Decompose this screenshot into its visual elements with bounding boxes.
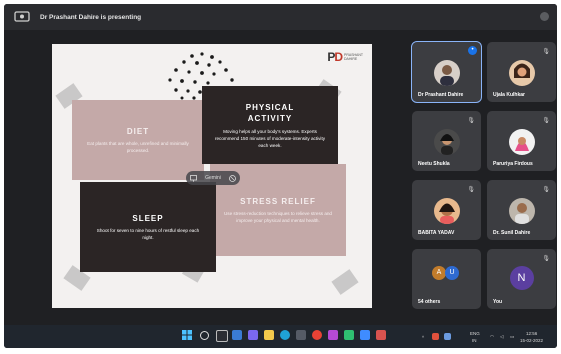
- close-overlay-icon[interactable]: [229, 174, 236, 182]
- presenting-bar: Dr Prashant Dahire is presenting: [4, 4, 557, 30]
- presenting-label: Dr Prashant Dahire is presenting: [40, 13, 142, 21]
- tray-app-icon[interactable]: [432, 333, 439, 340]
- sleep-title: SLEEP: [132, 213, 164, 223]
- stress-relief-body: Use stress-reduction techniques to relie…: [223, 210, 332, 223]
- physical-activity-title: PHYSICAL ACTIVITY: [245, 102, 295, 123]
- participant-name: Dr Prashant Dahire: [418, 92, 464, 98]
- avatar: [433, 60, 460, 86]
- mic-off-icon: 🎙: [542, 118, 550, 124]
- diet-card: DIET Eat plants that are whole, unrefine…: [72, 100, 204, 180]
- tape-decoration: [331, 269, 359, 295]
- diet-body: Eat plants that are whole, unrefined and…: [87, 140, 189, 153]
- participant-name: Dr. Sunil Dahire: [493, 230, 531, 236]
- others-tile[interactable]: A U 54 others: [412, 249, 481, 309]
- app-icon[interactable]: [328, 330, 338, 340]
- mic-off-icon: 🎙: [542, 187, 550, 193]
- edge-browser-icon[interactable]: [280, 330, 290, 340]
- participant-name: You: [493, 299, 503, 305]
- store-icon[interactable]: [296, 330, 306, 340]
- avatar: [508, 60, 535, 86]
- avatar: [508, 198, 535, 224]
- overlay-pill-label: Gemini: [205, 175, 221, 181]
- search-icon[interactable]: [200, 331, 209, 340]
- avatar: [508, 129, 535, 155]
- shared-slide: PD PRASHANT DAHIRE DIET Eat plants that …: [52, 44, 372, 308]
- task-view-icon[interactable]: [216, 330, 228, 342]
- mic-off-icon: 🎙: [542, 49, 550, 55]
- participant-name: Neetu Shukla: [418, 161, 450, 167]
- chat-icon[interactable]: [248, 330, 258, 340]
- meeting-window: Dr Prashant Dahire is presenting PD PRAS…: [4, 4, 557, 348]
- participant-tile-presenter[interactable]: • Dr Prashant Dahire: [411, 41, 482, 103]
- app-icon[interactable]: [344, 330, 354, 340]
- app-icon[interactable]: [360, 330, 370, 340]
- windows-start-icon[interactable]: [182, 330, 192, 340]
- diet-title: DIET: [126, 126, 150, 136]
- mic-off-icon: 🎙: [467, 118, 475, 124]
- speaking-indicator-icon: •: [468, 46, 477, 55]
- others-count-label: 54 others: [418, 299, 441, 305]
- participant-tile[interactable]: 🎙 Ujala Kulhkar: [487, 42, 556, 102]
- mic-off-icon: 🎙: [467, 187, 475, 193]
- participant-tile[interactable]: 🎙 BABITA YADAV: [412, 180, 481, 240]
- file-explorer-icon[interactable]: [264, 330, 274, 340]
- logo-mark-right: D: [334, 50, 343, 64]
- presentation-icon: [190, 174, 197, 182]
- meeting-controls-strip: [4, 317, 557, 325]
- clock-date[interactable]: 15-02-2022: [520, 338, 543, 343]
- avatar: A: [432, 266, 446, 280]
- stress-relief-title: STRESS RELIEF: [240, 196, 316, 206]
- avatar: U: [445, 266, 459, 280]
- participant-tile[interactable]: 🎙 Dr. Sunil Dahire: [487, 180, 556, 240]
- sleep-card: SLEEP Shoot for seven to nine hours of r…: [80, 182, 216, 272]
- self-tile[interactable]: 🎙 N You: [487, 249, 556, 309]
- participant-name: BABITA YADAV: [418, 230, 455, 236]
- participant-tile[interactable]: 🎙 Neetu Shukla: [412, 111, 481, 171]
- wifi-icon[interactable]: ◠: [490, 334, 494, 340]
- language-indicator[interactable]: ENG: [470, 331, 480, 336]
- participant-name: Ujala Kulhkar: [493, 92, 525, 98]
- avatar: [433, 129, 460, 155]
- clock-time[interactable]: 12:56: [526, 331, 537, 336]
- participant-name: Paruriya Firdous: [493, 161, 533, 167]
- mic-off-icon: 🎙: [542, 256, 550, 262]
- region-indicator[interactable]: IN: [472, 338, 477, 343]
- battery-icon[interactable]: ▭: [510, 334, 514, 340]
- volume-icon[interactable]: ◁: [500, 334, 503, 340]
- participant-tile[interactable]: 🎙 Paruriya Firdous: [487, 111, 556, 171]
- avatar: N: [509, 266, 534, 290]
- chrome-browser-icon[interactable]: [312, 330, 322, 340]
- more-options-button[interactable]: [540, 12, 549, 21]
- physical-activity-body: Moving helps all your body's systems. Ex…: [214, 128, 326, 148]
- logo-brand-text: PRASHANT DAHIRE: [344, 53, 363, 61]
- present-screen-icon: [14, 11, 30, 22]
- presenter-logo: PD PRASHANT DAHIRE: [327, 50, 364, 64]
- sleep-body: Shoot for seven to nine hours of restful…: [96, 227, 200, 240]
- tray-chevron-icon[interactable]: ^: [422, 335, 424, 340]
- app-icon[interactable]: [376, 330, 386, 340]
- physical-activity-card: PHYSICAL ACTIVITY Moving helps all your …: [202, 86, 338, 164]
- slide-overlay-pill[interactable]: Gemini: [186, 171, 240, 185]
- avatar: [433, 198, 460, 224]
- tray-app-icon[interactable]: [444, 333, 451, 340]
- widgets-icon[interactable]: [232, 330, 242, 340]
